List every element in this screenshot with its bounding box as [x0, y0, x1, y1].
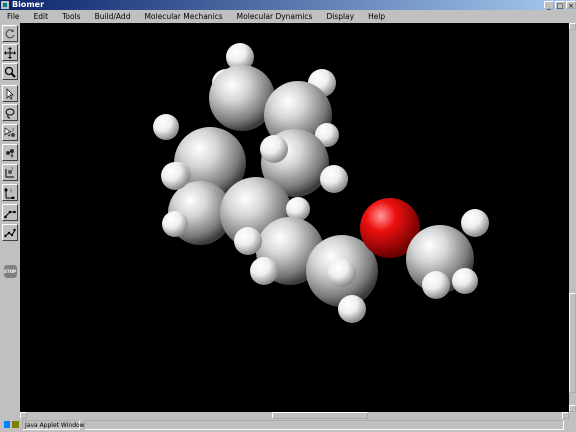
- maximize-button[interactable]: □: [555, 1, 565, 10]
- hydrogen-atom[interactable]: [422, 271, 450, 299]
- hydrogen-atom[interactable]: [260, 135, 288, 163]
- hydrogen-atom[interactable]: [153, 114, 179, 140]
- measure-distance-icon: ?: [4, 187, 15, 199]
- select-atom-icon: ?: [4, 126, 15, 137]
- hydrogen-atom[interactable]: [461, 209, 489, 237]
- measure-angle-icon: [4, 210, 16, 218]
- svg-text:?: ?: [11, 167, 13, 172]
- select-arrow-tool[interactable]: [2, 85, 18, 102]
- scroll-up-button[interactable]: [569, 23, 576, 30]
- hydrogen-atom[interactable]: [250, 257, 278, 285]
- menu-molecular-mechanics[interactable]: Molecular Mechanics: [137, 12, 229, 21]
- applet-warning-icon: [12, 421, 19, 428]
- vertical-scroll-thumb[interactable]: [569, 293, 576, 393]
- move-icon: [4, 46, 16, 59]
- status-bar: Java Applet Window: [0, 419, 576, 432]
- select-group-tool[interactable]: [2, 144, 18, 161]
- lasso-tool[interactable]: [2, 104, 18, 121]
- menu-bar: File Edit Tools Build/Add Molecular Mech…: [0, 10, 576, 23]
- hydrogen-atom[interactable]: [338, 295, 366, 323]
- minimize-button[interactable]: _: [544, 1, 554, 10]
- molecule-render[interactable]: [20, 23, 570, 412]
- close-button[interactable]: ×: [566, 1, 576, 10]
- hydrogen-atom[interactable]: [161, 162, 189, 190]
- horizontal-scroll-thumb[interactable]: [272, 412, 368, 419]
- select-arrow-icon: [6, 87, 14, 100]
- window-controls: _ □ ×: [544, 0, 576, 10]
- rotate-icon: [5, 28, 15, 38]
- rotate-tool[interactable]: [2, 25, 18, 42]
- menu-molecular-dynamics[interactable]: Molecular Dynamics: [230, 12, 320, 21]
- menu-tools[interactable]: Tools: [55, 12, 87, 21]
- scroll-down-button[interactable]: [569, 405, 576, 412]
- lasso-icon: [5, 108, 15, 118]
- scroll-right-button[interactable]: [562, 412, 569, 419]
- menu-display[interactable]: Display: [319, 12, 361, 21]
- scroll-left-button[interactable]: [20, 412, 27, 419]
- select-group-icon: [6, 148, 14, 157]
- minimize-icon: _: [547, 2, 551, 10]
- measure-torsion-tool[interactable]: [2, 224, 18, 241]
- menu-build-add[interactable]: Build/Add: [88, 12, 138, 21]
- molecule-viewer[interactable]: [20, 23, 570, 412]
- vertical-scrollbar[interactable]: [569, 23, 576, 412]
- hydrogen-atom[interactable]: [162, 211, 188, 237]
- svg-text:?: ?: [12, 128, 14, 133]
- status-panel-empty: [84, 420, 564, 430]
- zoom-tool[interactable]: [2, 63, 18, 80]
- svg-text:?: ?: [10, 189, 12, 194]
- window-title: Biomer: [12, 0, 45, 9]
- molecule-atoms: [153, 43, 489, 323]
- rotate-bond-tool[interactable]: ?: [2, 164, 18, 181]
- zoom-icon: [4, 66, 16, 78]
- close-icon: ×: [568, 2, 574, 10]
- move-tool[interactable]: [2, 44, 18, 61]
- rotate-bond-icon: ?: [5, 167, 14, 177]
- hydrogen-atom[interactable]: [234, 227, 262, 255]
- status-text: Java Applet Window: [22, 420, 85, 430]
- title-bar: Biomer _ □ ×: [0, 0, 576, 10]
- menu-edit[interactable]: Edit: [27, 12, 56, 21]
- app-icon[interactable]: [1, 1, 9, 9]
- menu-file[interactable]: File: [0, 12, 27, 21]
- menu-help[interactable]: Help: [361, 12, 392, 21]
- java-icon: [4, 421, 10, 428]
- hydrogen-atom[interactable]: [452, 268, 478, 294]
- hydrogen-atom[interactable]: [328, 259, 356, 287]
- hydrogen-atom[interactable]: [320, 165, 348, 193]
- stop-button[interactable]: STOP: [2, 263, 18, 280]
- select-atom-tool[interactable]: ?: [2, 124, 18, 141]
- tool-palette: ? ? ? STOP: [0, 23, 20, 413]
- horizontal-scrollbar[interactable]: [20, 412, 569, 419]
- measure-distance-tool[interactable]: ?: [2, 184, 18, 201]
- measure-angle-tool[interactable]: [2, 204, 18, 221]
- stop-icon: STOP: [3, 265, 17, 278]
- measure-torsion-icon: [4, 228, 16, 237]
- maximize-icon: □: [556, 2, 564, 10]
